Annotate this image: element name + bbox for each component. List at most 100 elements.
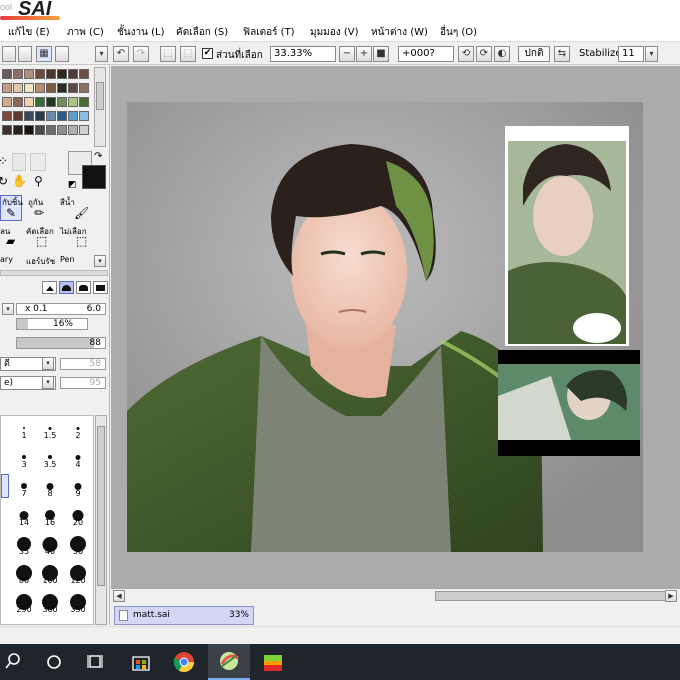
dropdown-arrow-icon[interactable]: ▾: [94, 255, 106, 267]
color-swatch[interactable]: [46, 111, 56, 121]
eyedropper-icon[interactable]: ⚲: [34, 175, 43, 187]
panel-toggle-button[interactable]: [55, 46, 69, 62]
redo-icon[interactable]: ↷: [133, 46, 149, 62]
density-slider[interactable]: 88: [16, 337, 106, 349]
brush-size-slider[interactable]: x 0.1 6.0: [16, 303, 106, 315]
color-swatch[interactable]: [24, 83, 34, 93]
paint-tool-sai-icon[interactable]: [208, 644, 250, 680]
rotate-reset-icon[interactable]: ◐: [494, 46, 510, 62]
color-swatch[interactable]: [68, 111, 78, 121]
stabilize-field[interactable]: 11: [618, 46, 644, 62]
rotate-right-icon[interactable]: ⟳: [476, 46, 492, 62]
reset-colors-icon[interactable]: ◩: [68, 179, 77, 191]
canvas-viewport[interactable]: [111, 66, 680, 588]
scrollbar-thumb[interactable]: [97, 426, 105, 586]
color-swatch[interactable]: [68, 83, 78, 93]
undo-icon[interactable]: ↶: [113, 46, 129, 62]
color-swatch[interactable]: [46, 69, 56, 79]
color-swatch[interactable]: [2, 83, 12, 93]
color-swatch[interactable]: [24, 125, 34, 135]
tool-label[interactable]: Pen: [60, 255, 75, 264]
color-swatch[interactable]: [57, 111, 67, 121]
brush-size-option[interactable]: 40: [39, 534, 61, 556]
brush-size-option[interactable]: 120: [67, 563, 89, 585]
brush-size-option[interactable]: 14: [13, 505, 35, 527]
color-swatch[interactable]: [2, 97, 12, 107]
brush-size-option[interactable]: 7: [13, 476, 35, 498]
menu-edit[interactable]: แก้ไข (E): [8, 25, 50, 40]
brush-size-option[interactable]: 2: [67, 418, 89, 440]
deselect-icon[interactable]: ⬚: [160, 46, 176, 62]
tool-scrollbar[interactable]: [0, 270, 108, 276]
color-swatch[interactable]: [35, 69, 45, 79]
tool-label[interactable]: แฮร์บรัช: [26, 255, 55, 268]
dropdown-arrow-icon[interactable]: ▾: [2, 303, 14, 315]
color-swatch[interactable]: [13, 97, 23, 107]
menu-filter[interactable]: ฟิลเตอร์ (T): [243, 25, 295, 40]
color-swatch[interactable]: [35, 125, 45, 135]
scroll-right-icon[interactable]: ▶: [665, 590, 677, 602]
scroll-left-icon[interactable]: ◀: [113, 590, 125, 602]
texture-slider[interactable]: 95: [60, 377, 106, 389]
tool-label[interactable]: ary: [0, 255, 13, 264]
brush-size-option[interactable]: 80: [13, 563, 35, 585]
tool-label[interactable]: ลน: [0, 225, 10, 238]
color-slot[interactable]: [30, 153, 46, 171]
menu-view[interactable]: มุมมอง (V): [310, 25, 359, 40]
color-swatch[interactable]: [79, 83, 89, 93]
color-swatch[interactable]: [57, 69, 67, 79]
color-swatch[interactable]: [2, 125, 12, 135]
color-swatch[interactable]: [68, 97, 78, 107]
color-swatch[interactable]: [68, 69, 78, 79]
swatch-scrollbar[interactable]: [94, 67, 106, 147]
menu-selection[interactable]: คัดเลือก (S): [176, 25, 228, 40]
color-swatch[interactable]: [24, 97, 34, 107]
panel-toggle-button[interactable]: [2, 46, 16, 62]
search-icon[interactable]: [0, 644, 32, 680]
dropdown-arrow-icon[interactable]: ▾: [645, 46, 658, 62]
color-swatch[interactable]: [35, 83, 45, 93]
scrollbar-thumb[interactable]: [96, 82, 104, 110]
blend-mode-field[interactable]: ปกติ: [518, 46, 550, 62]
dropdown-arrow-icon[interactable]: ▾: [42, 376, 54, 389]
color-swatch[interactable]: [35, 97, 45, 107]
dropdown-arrow-icon[interactable]: ▾: [42, 357, 54, 370]
menu-layer[interactable]: ชั้นงาน (L): [117, 25, 165, 40]
color-swatch[interactable]: [57, 125, 67, 135]
rotate-view-icon[interactable]: ↻: [0, 175, 8, 187]
color-swatch[interactable]: [24, 69, 34, 79]
color-slot[interactable]: [12, 153, 26, 171]
color-swatch[interactable]: [13, 83, 23, 93]
selection-pen-icon[interactable]: ⁘: [0, 155, 8, 167]
brush-size-option[interactable]: 1.5: [39, 418, 61, 440]
color-swatch[interactable]: [46, 125, 56, 135]
brush-size-option[interactable]: 350: [67, 592, 89, 614]
menu-canvas[interactable]: ภาพ (C): [67, 25, 104, 40]
min-size-slider[interactable]: 16%: [16, 318, 88, 330]
brush-size-option[interactable]: 1: [13, 418, 35, 440]
brush-size-option[interactable]: 3.5: [39, 447, 61, 469]
menu-window[interactable]: หน้าต่าง (W): [371, 25, 428, 40]
color-swatch[interactable]: [46, 83, 56, 93]
dropdown-arrow-icon[interactable]: ▾: [95, 46, 108, 62]
color-swatch[interactable]: [35, 111, 45, 121]
color-swatch[interactable]: [13, 125, 23, 135]
brush-size-option[interactable]: 100: [39, 563, 61, 585]
flip-horizontal-icon[interactable]: ⇆: [554, 46, 570, 62]
color-swatch[interactable]: [13, 69, 23, 79]
panel-toggle-button[interactable]: [18, 46, 32, 62]
document-tab[interactable]: matt.sai 33%: [114, 606, 254, 625]
brush-size-option[interactable]: 300: [39, 592, 61, 614]
brush-size-option[interactable]: 16: [39, 505, 61, 527]
chrome-icon[interactable]: [164, 644, 204, 680]
brush-size-option[interactable]: 35: [13, 534, 35, 556]
color-swatch[interactable]: [79, 111, 89, 121]
brush-size-scrollbar[interactable]: [95, 415, 107, 625]
swap-colors-icon[interactable]: ↷: [94, 151, 102, 163]
rotate-left-icon[interactable]: ⟲: [458, 46, 474, 62]
menu-others[interactable]: อื่นๆ (O): [440, 25, 477, 40]
store-icon[interactable]: [121, 644, 161, 680]
color-swatch[interactable]: [13, 111, 23, 121]
color-swatch[interactable]: [57, 83, 67, 93]
brush-size-option[interactable]: 9: [67, 476, 89, 498]
